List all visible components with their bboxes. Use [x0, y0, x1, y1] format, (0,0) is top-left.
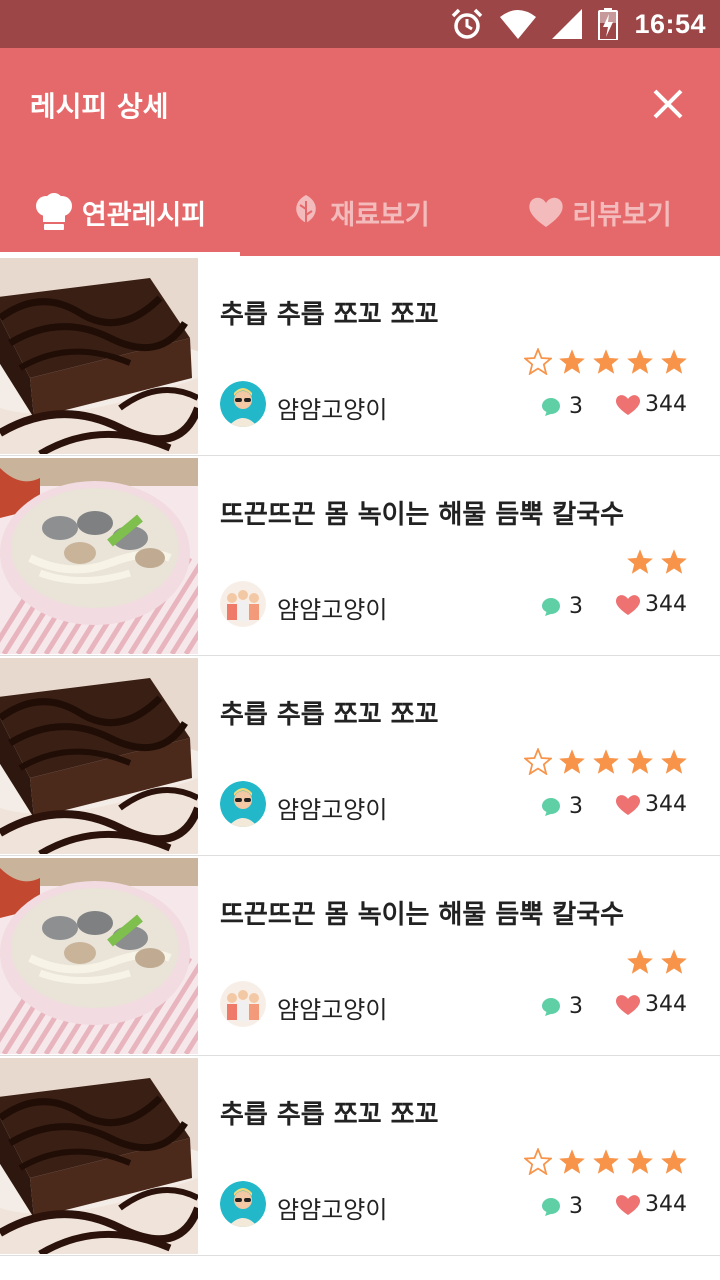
avatar[interactable]: [220, 981, 266, 1027]
star-empty-icon: [524, 748, 552, 775]
comment-icon: [542, 997, 560, 1016]
wifi-icon: [500, 10, 537, 39]
comment-icon: [542, 797, 560, 816]
author-name: 얌얌고양이: [277, 396, 388, 424]
star-filled-icon: [627, 349, 653, 374]
recipe-title: 추릅 추릅 쪼꼬 쪼꼬: [220, 300, 439, 330]
comment-count-value: 3: [569, 394, 583, 419]
star-filled-icon: [593, 1149, 619, 1174]
like-count-value: 344: [645, 392, 687, 417]
recipe-row[interactable]: 추릅 추릅 쪼꼬 쪼꼬 얌얌고양이 3 344: [0, 256, 720, 456]
heart-icon: [615, 394, 641, 415]
rating-stars: [524, 748, 688, 775]
like-count: 344: [615, 1192, 687, 1217]
star-empty-icon: [524, 1148, 552, 1175]
like-count-value: 344: [645, 792, 687, 817]
heart-icon: [615, 794, 641, 815]
close-icon[interactable]: [650, 86, 686, 122]
star-filled-icon: [593, 749, 619, 774]
heart-icon: [615, 1194, 641, 1215]
comment-count: 3: [541, 394, 583, 419]
rating-stars: [524, 348, 688, 375]
app-bar: 레시피 상세 연관레시피 재료보기 리뷰보기: [0, 48, 720, 256]
avatar[interactable]: [220, 781, 266, 827]
leaf-icon: [296, 195, 317, 229]
recipe-row[interactable]: 뜨끈뜨끈 몸 녹이는 해물 듬뿍 칼국수 얌얌고양이 3 344: [0, 456, 720, 656]
author-name: 얌얌고양이: [277, 1196, 388, 1224]
comment-count: 3: [541, 1194, 583, 1219]
star-filled-icon: [661, 349, 687, 374]
recipe-image: [0, 658, 198, 854]
rating-stars: [626, 948, 688, 975]
comment-count-value: 3: [569, 594, 583, 619]
comment-count-value: 3: [569, 994, 583, 1019]
comment-count: 3: [541, 794, 583, 819]
signal-icon: [552, 9, 583, 39]
battery-charging-icon: [598, 8, 619, 40]
avatar[interactable]: [220, 581, 266, 627]
recipe-image: [0, 858, 198, 1054]
star-filled-icon: [559, 349, 585, 374]
like-count: 344: [615, 992, 687, 1017]
recipe-title: 추릅 추릅 쪼꼬 쪼꼬: [220, 1100, 439, 1130]
rating-stars: [626, 548, 688, 575]
star-filled-icon: [661, 549, 687, 574]
avatar[interactable]: [220, 381, 266, 427]
status-bar: 16:54: [0, 0, 720, 48]
star-filled-icon: [627, 949, 653, 974]
star-filled-icon: [661, 949, 687, 974]
like-count-value: 344: [645, 992, 687, 1017]
recipe-row[interactable]: 뜨끈뜨끈 몸 녹이는 해물 듬뿍 칼국수 얌얌고양이 3 344: [0, 856, 720, 1056]
comment-count: 3: [541, 994, 583, 1019]
recipe-row[interactable]: 추릅 추릅 쪼꼬 쪼꼬 얌얌고양이 3 344: [0, 1056, 720, 1256]
like-count: 344: [615, 792, 687, 817]
recipe-image: [0, 458, 198, 654]
tab-ingredients[interactable]: 재료보기: [240, 168, 480, 256]
heart-icon: [529, 197, 563, 227]
avatar[interactable]: [220, 1181, 266, 1227]
rating-stars: [524, 1148, 688, 1175]
tab-label: 연관레시피: [81, 199, 207, 231]
comment-count-value: 3: [569, 794, 583, 819]
author-name: 얌얌고양이: [277, 596, 388, 624]
comment-icon: [542, 597, 560, 616]
star-filled-icon: [661, 1149, 687, 1174]
recipe-image: [0, 258, 198, 454]
comment-icon: [542, 1197, 560, 1216]
tab-reviews[interactable]: 리뷰보기: [480, 168, 720, 256]
recipe-list: 추릅 추릅 쪼꼬 쪼꼬 얌얌고양이 3 344 뜨끈뜨끈 몸 녹이는 해물 듬뿍…: [0, 256, 720, 1256]
recipe-title: 추릅 추릅 쪼꼬 쪼꼬: [220, 700, 439, 730]
author-name: 얌얌고양이: [277, 796, 388, 824]
alarm-icon: [452, 8, 483, 39]
comment-count: 3: [541, 594, 583, 619]
star-filled-icon: [559, 1149, 585, 1174]
star-filled-icon: [661, 749, 687, 774]
star-filled-icon: [559, 749, 585, 774]
star-empty-icon: [524, 348, 552, 375]
tab-label: 리뷰보기: [572, 199, 672, 231]
like-count-value: 344: [645, 592, 687, 617]
comment-count-value: 3: [569, 1194, 583, 1219]
star-filled-icon: [593, 349, 619, 374]
chef-hat-icon: [35, 193, 72, 230]
tab-label: 재료보기: [330, 199, 430, 231]
clock: 16:54: [634, 8, 706, 39]
star-filled-icon: [627, 549, 653, 574]
recipe-title: 뜨끈뜨끈 몸 녹이는 해물 듬뿍 칼국수: [220, 900, 625, 930]
tab-related-recipes[interactable]: 연관레시피: [0, 168, 240, 256]
star-filled-icon: [627, 749, 653, 774]
tab-bar: 연관레시피 재료보기 리뷰보기: [0, 168, 720, 256]
heart-icon: [615, 994, 641, 1015]
star-filled-icon: [627, 1149, 653, 1174]
recipe-title: 뜨끈뜨끈 몸 녹이는 해물 듬뿍 칼국수: [220, 500, 625, 530]
heart-icon: [615, 594, 641, 615]
recipe-row[interactable]: 추릅 추릅 쪼꼬 쪼꼬 얌얌고양이 3 344: [0, 656, 720, 856]
like-count: 344: [615, 592, 687, 617]
like-count: 344: [615, 392, 687, 417]
comment-icon: [542, 397, 560, 416]
author-name: 얌얌고양이: [277, 996, 388, 1024]
page-title: 레시피 상세: [30, 90, 169, 123]
like-count-value: 344: [645, 1192, 687, 1217]
recipe-image: [0, 1058, 198, 1254]
